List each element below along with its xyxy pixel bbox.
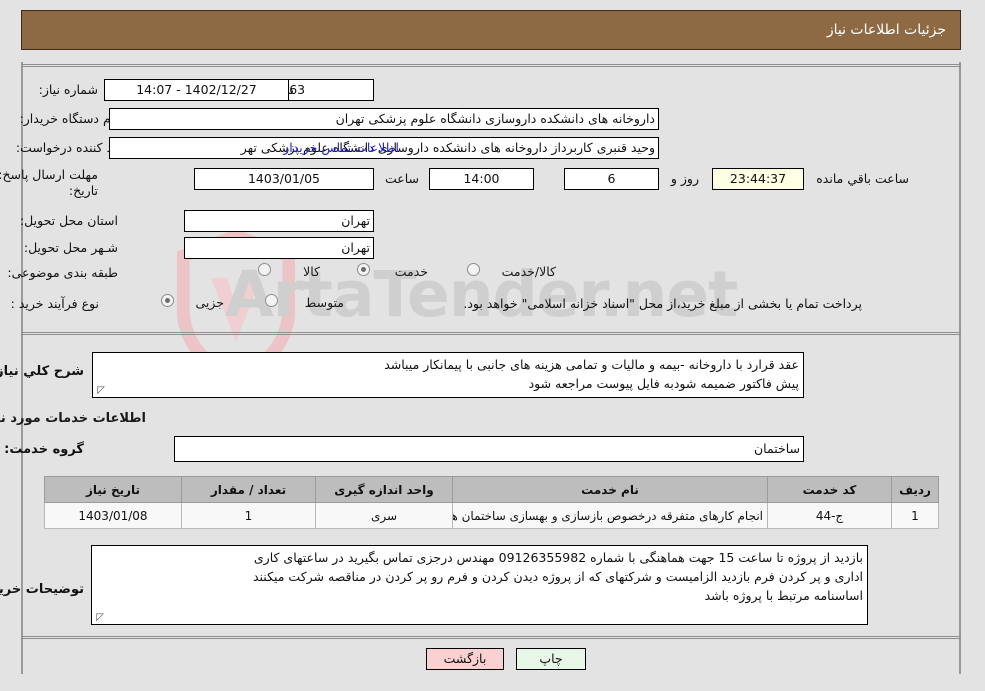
divider-bottom bbox=[22, 636, 962, 639]
col-row: ردیف bbox=[892, 476, 940, 503]
buyer-notes-textarea[interactable]: بازدید از پروژه تا ساعت 15 جهت هماهنگی ب… bbox=[92, 545, 869, 625]
buyer-org-value: داروخانه های دانشکده داروسازی دانشگاه عل… bbox=[110, 108, 660, 130]
radio-category-khedmat-label: خدمت bbox=[395, 264, 429, 279]
service-group-value: ساختمان bbox=[175, 436, 805, 462]
divider-top bbox=[22, 64, 962, 67]
radio-category-khedmat[interactable] bbox=[358, 263, 371, 276]
treasury-note: پرداخت تمام یا بخشی از مبلغ خرید،از محل … bbox=[464, 296, 863, 311]
countdown-label: ساعت باقي مانده bbox=[817, 171, 910, 186]
buyer-notes-line-3: اساسنامه مرتبط با پروژه باشد bbox=[705, 588, 864, 603]
back-button[interactable]: بازگشت bbox=[427, 648, 505, 670]
radio-category-kala[interactable] bbox=[259, 263, 272, 276]
page-header-bar: جزئیات اطلاعات نیاز bbox=[22, 10, 962, 50]
service-group-label: گروه خدمت: bbox=[5, 442, 85, 457]
buyer-notes-line-2: اداری و پر کردن فرم بازدید الزامیست و شر… bbox=[253, 569, 864, 584]
deadline-label-line2: تاریخ: bbox=[69, 183, 99, 198]
cell-need-date: 1403/01/08 bbox=[45, 502, 183, 529]
col-quantity: تعداد / مقدار bbox=[182, 476, 317, 503]
need-number-label: شماره نیاز: bbox=[39, 82, 99, 97]
description-line-2: پیش فاکتور ضمیمه شودبه فایل پیوست مراجعه… bbox=[529, 376, 800, 391]
radio-process-jozi[interactable] bbox=[162, 294, 175, 307]
radio-process-jozi-label: جزيی bbox=[196, 295, 225, 310]
buyer-notes-label: توضیحات خریدار: bbox=[0, 582, 85, 597]
divider-middle bbox=[22, 332, 962, 335]
radio-category-kala-label: کالا bbox=[304, 264, 321, 279]
cell-unit: سری bbox=[316, 502, 454, 529]
days-label: روز و bbox=[671, 171, 700, 186]
deadline-date-value: 1403/01/05 bbox=[195, 168, 375, 190]
resize-handle-icon[interactable]: ◸ bbox=[95, 613, 105, 623]
table-row: 1 ج-44 انجام کارهای متفرقه درخصوص بازساز… bbox=[45, 502, 940, 529]
services-section-heading: اطلاعات خدمات مورد نیاز bbox=[0, 411, 147, 426]
radio-category-kala-khedmat-label: کالا/خدمت bbox=[502, 264, 557, 279]
province-value: تهران bbox=[185, 210, 375, 232]
col-code: کد خدمت bbox=[768, 476, 893, 503]
description-label: شرح کلي نیاز: bbox=[0, 364, 85, 379]
page-title: جزئیات اطلاعات نیاز bbox=[827, 22, 947, 38]
hour-label: ساعت bbox=[385, 171, 420, 186]
cell-name: انجام کارهای متفرقه درخصوص بازسازی و بهس… bbox=[453, 502, 769, 529]
resize-handle-icon[interactable]: ◸ bbox=[96, 386, 106, 396]
buyer-contact-link[interactable]: اطلاعات تماس خریدار bbox=[284, 140, 400, 155]
countdown-value: 23:44:37 bbox=[713, 168, 805, 190]
public-announce-value: 14:07 - 1402/12/27 bbox=[105, 79, 290, 101]
cell-row: 1 bbox=[892, 502, 940, 529]
days-remaining-value: 6 bbox=[565, 168, 660, 190]
cell-code: ج-44 bbox=[768, 502, 893, 529]
description-line-1: عقد قرارد با داروخانه -بیمه و مالیات و ت… bbox=[385, 357, 800, 372]
buyer-org-label: نام دستگاه خریدار: bbox=[20, 111, 119, 126]
description-textarea[interactable]: عقد قرارد با داروخانه -بیمه و مالیات و ت… bbox=[93, 352, 805, 398]
buyer-notes-line-1: بازدید از پروژه تا ساعت 15 جهت هماهنگی ب… bbox=[254, 550, 864, 565]
city-label: شـهر محل تحویل: bbox=[24, 240, 119, 255]
radio-process-motavaset[interactable] bbox=[266, 294, 279, 307]
radio-category-kala-khedmat[interactable] bbox=[468, 263, 481, 276]
services-table: ردیف کد خدمت نام خدمت واحد اندازه گیری ت… bbox=[45, 476, 940, 529]
province-label: استان محل تحویل: bbox=[20, 213, 119, 228]
deadline-label-line1: مهلت ارسال پاسخ: تا bbox=[0, 167, 99, 182]
col-need-date: تاریخ نیاز bbox=[45, 476, 183, 503]
category-label: طبقه بندی موضوعی: bbox=[8, 265, 119, 280]
col-unit: واحد اندازه گیری bbox=[316, 476, 454, 503]
cell-quantity: 1 bbox=[182, 502, 317, 529]
radio-process-motavaset-label: متوسط bbox=[305, 295, 345, 310]
deadline-time-value: 14:00 bbox=[430, 168, 535, 190]
city-value: تهران bbox=[185, 237, 375, 259]
process-label: نوع فرآیند خرید : bbox=[11, 296, 100, 311]
print-button[interactable]: چاپ bbox=[517, 648, 587, 670]
col-name: نام خدمت bbox=[453, 476, 769, 503]
table-header-row: ردیف کد خدمت نام خدمت واحد اندازه گیری ت… bbox=[45, 476, 940, 503]
